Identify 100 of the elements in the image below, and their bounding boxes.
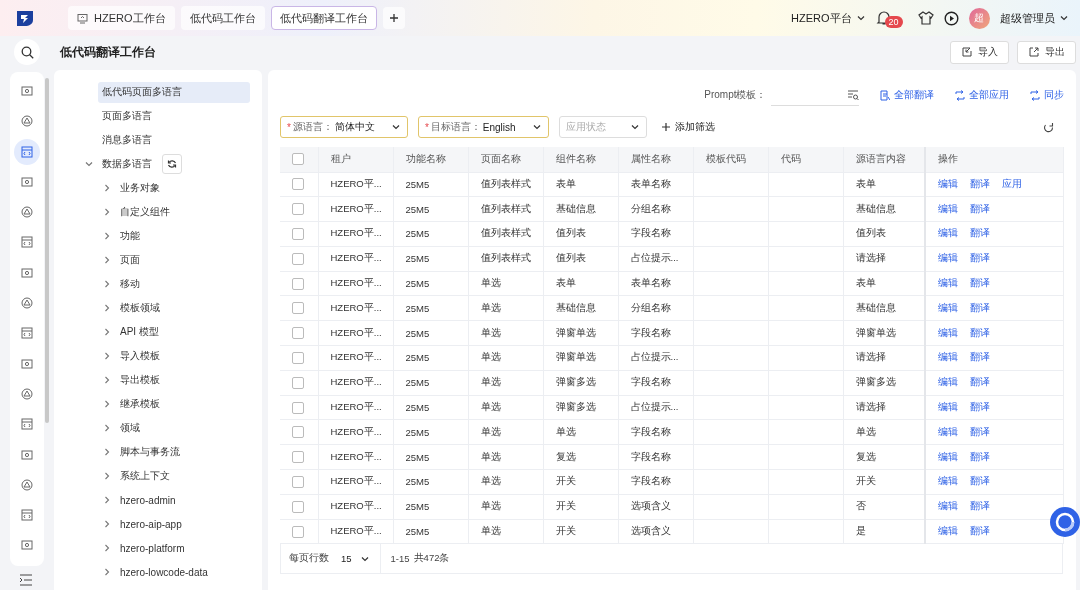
row-action-link[interactable]: 翻译 [970,500,990,512]
nav-icon[interactable] [20,174,34,189]
nav-icon[interactable] [20,477,34,492]
expand-caret-icon[interactable] [102,567,112,577]
page-size-select[interactable]: 15 [341,553,370,565]
expand-caret-icon[interactable] [102,279,112,289]
workspace-tab[interactable]: 低代码工作台 [180,6,265,30]
row-checkbox[interactable] [292,500,304,513]
tree-item[interactable]: 页面 [116,249,250,271]
row-action-link[interactable]: 翻译 [970,227,990,239]
tree-item[interactable]: API 模型 [116,321,250,343]
row-action-link[interactable]: 编辑 [938,475,958,487]
user-menu[interactable]: 超级管理员 [999,10,1069,26]
expand-caret-icon[interactable] [102,471,112,481]
row-checkbox[interactable] [292,351,304,364]
nav-icon[interactable] [20,265,34,280]
nav-icon[interactable] [20,235,34,250]
expand-caret-icon[interactable] [102,423,112,433]
sync-all-button[interactable]: 同步 [1028,88,1064,102]
row-checkbox[interactable] [292,401,304,414]
import-button[interactable]: 导入 [949,40,1009,64]
tree-item[interactable]: hzero-admin [116,489,250,511]
row-action-link[interactable]: 翻译 [970,177,990,189]
expand-caret-icon[interactable] [102,231,112,241]
nav-icon[interactable] [20,205,34,220]
nav-icon[interactable] [20,508,34,523]
tree-item[interactable]: 继承模板 [116,393,250,415]
tree-item[interactable]: 领域 [116,417,250,439]
shirt-icon[interactable] [917,10,934,26]
tree-item[interactable]: 导入模板 [116,345,250,367]
tree-item[interactable]: 业务对象 [116,177,250,199]
export-button[interactable]: 导出 [1016,40,1076,64]
row-checkbox[interactable] [292,451,304,464]
tree-item[interactable]: 导出模板 [116,369,250,391]
expand-caret-icon[interactable] [102,255,112,265]
row-checkbox[interactable] [292,475,304,488]
nav-icon[interactable] [20,144,34,159]
row-action-link[interactable]: 编辑 [938,500,958,512]
expand-caret-icon[interactable] [102,495,112,505]
expand-caret-icon[interactable] [102,351,112,361]
tree-item[interactable]: 系统上下文 [116,465,250,487]
row-action-link[interactable]: 编辑 [938,326,958,338]
tree-item[interactable]: 模板领域 [116,297,250,319]
expand-caret-icon[interactable] [102,519,112,529]
row-action-link[interactable]: 编辑 [938,525,958,537]
row-checkbox[interactable] [292,327,304,340]
translate-all-button[interactable]: 全部翻译 [878,88,934,102]
row-action-link[interactable]: 翻译 [970,202,990,214]
expand-caret-icon[interactable] [102,207,112,217]
row-checkbox[interactable] [292,252,304,265]
expand-caret-icon[interactable] [102,447,112,457]
tree-item[interactable]: 消息多语言 [98,129,250,151]
row-action-link[interactable]: 编辑 [938,277,958,289]
row-action-link[interactable]: 编辑 [938,376,958,388]
collapse-caret-icon[interactable] [84,159,94,169]
row-checkbox[interactable] [292,203,304,216]
nav-icon[interactable] [20,356,34,371]
expand-caret-icon[interactable] [102,183,112,193]
tree-item[interactable]: 低代码页面多语言 [98,81,250,103]
row-action-link[interactable]: 编辑 [938,252,958,264]
row-checkbox[interactable] [292,525,304,538]
tree-item[interactable]: 自定义组件 [116,201,250,223]
nav-icon[interactable] [20,417,34,432]
row-action-link[interactable]: 编辑 [938,425,958,437]
nav-icon[interactable] [20,114,34,129]
row-action-link[interactable]: 应用 [1002,177,1022,189]
row-checkbox[interactable] [292,302,304,315]
row-checkbox[interactable] [292,426,304,439]
row-checkbox[interactable] [292,376,304,389]
expand-caret-icon[interactable] [102,303,112,313]
nav-icon[interactable] [20,538,34,553]
filter-select[interactable]: * 源语言： 简体中文 [280,116,408,138]
row-action-link[interactable]: 编辑 [938,450,958,462]
row-action-link[interactable]: 翻译 [970,351,990,363]
tree-item[interactable]: 页面多语言 [98,105,250,127]
platform-selector[interactable]: HZERO平台 [791,10,866,26]
row-action-link[interactable]: 翻译 [970,301,990,313]
row-checkbox[interactable] [292,277,304,290]
workspace-tab[interactable]: 低代码翻译工作台 [270,6,377,30]
play-icon[interactable] [943,10,959,26]
row-checkbox[interactable] [292,178,304,191]
row-action-link[interactable]: 翻译 [970,525,990,537]
nav-icon[interactable] [20,84,34,98]
expand-caret-icon[interactable] [102,327,112,337]
refresh-icon[interactable] [1042,121,1054,133]
row-action-link[interactable]: 翻译 [970,277,990,289]
row-action-link[interactable]: 翻译 [970,401,990,413]
tree-item[interactable]: 数据多语言 [98,153,156,175]
row-action-link[interactable]: 翻译 [970,376,990,388]
tree-item[interactable]: 脚本与事务流 [116,441,250,463]
nav-icon[interactable] [20,386,34,401]
expand-caret-icon[interactable] [102,399,112,409]
row-action-link[interactable]: 编辑 [938,202,958,214]
row-checkbox[interactable] [292,228,304,240]
collapse-icon[interactable] [19,574,33,586]
search-button[interactable] [14,39,40,65]
row-action-link[interactable]: 编辑 [938,351,958,363]
nav-icon[interactable] [20,296,34,311]
apply-all-button[interactable]: 全部应用 [953,88,1009,102]
filter-select[interactable]: * 目标语言： English [417,116,549,138]
